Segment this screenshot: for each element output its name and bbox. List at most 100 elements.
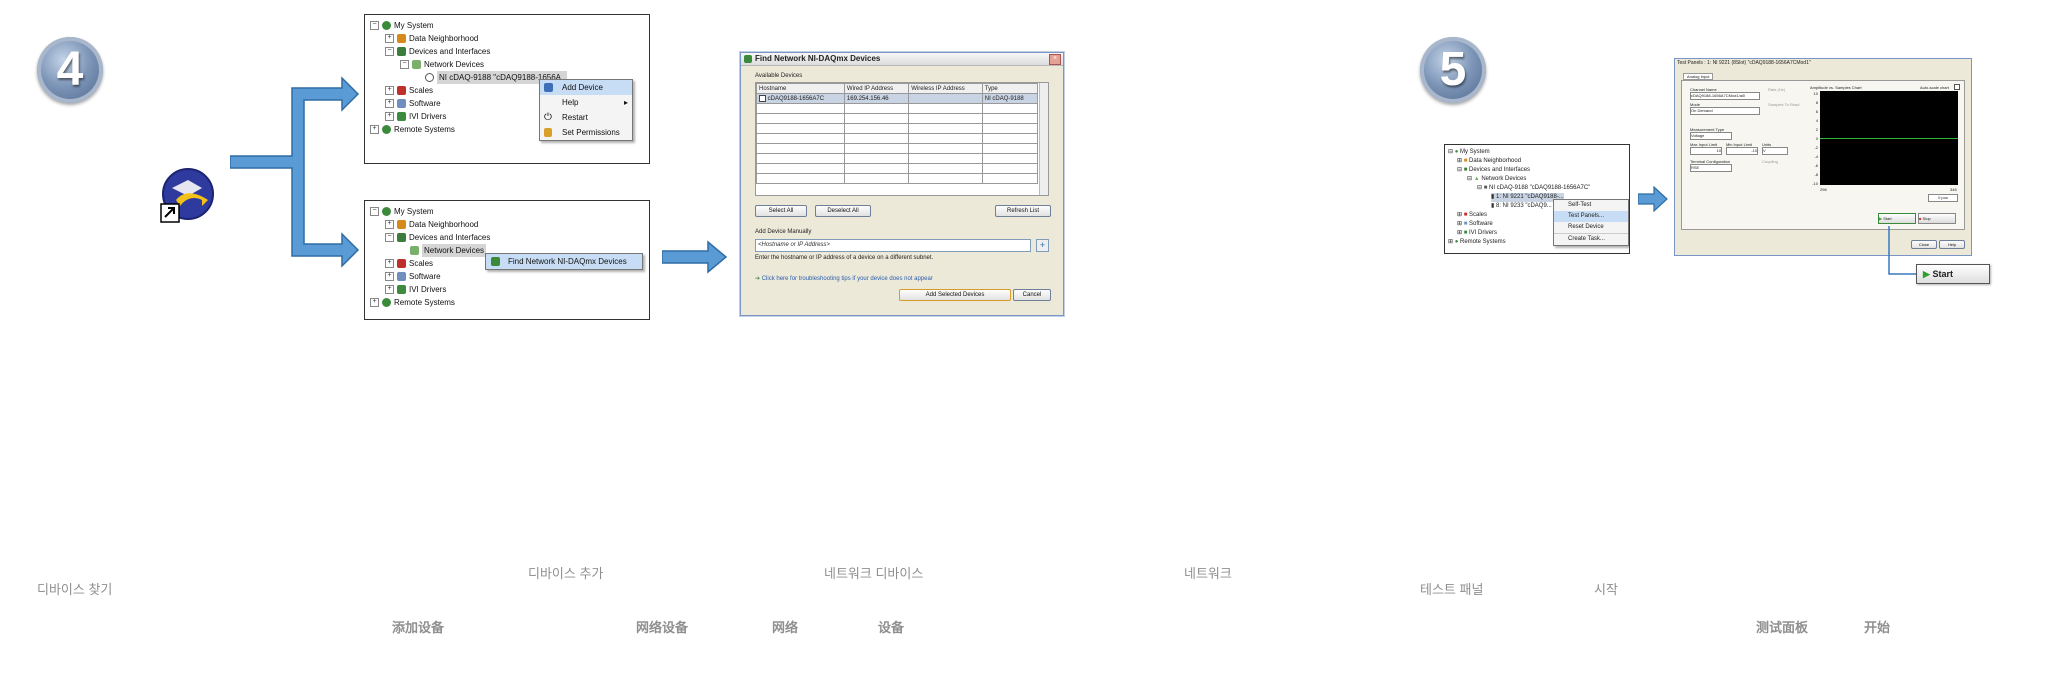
tree-ivi[interactable]: IVI Drivers bbox=[409, 110, 446, 123]
tree-remote[interactable]: Remote Systems bbox=[394, 123, 455, 136]
t5-software[interactable]: ⊞ ■ Software bbox=[1457, 220, 1493, 229]
cancel-button[interactable]: Cancel bbox=[1013, 289, 1051, 301]
t5-chassis-icon: ■ bbox=[1483, 185, 1488, 191]
t5-devices[interactable]: ⊟ ■ Devices and Interfaces bbox=[1457, 166, 1530, 175]
network-icon bbox=[412, 60, 421, 69]
step-4-badge: 4 bbox=[37, 37, 103, 103]
measurement-explorer-icon[interactable] bbox=[158, 166, 216, 224]
autoscale-checkbox[interactable] bbox=[1954, 84, 1960, 90]
deselect-all-button[interactable]: Deselect All bbox=[815, 205, 871, 217]
remote-icon bbox=[382, 125, 391, 134]
y-tick: 2 bbox=[1815, 127, 1818, 132]
col-type[interactable]: Type bbox=[981, 83, 1039, 94]
tab-analog-input[interactable]: Analog Input bbox=[1683, 73, 1714, 80]
channel-name-select[interactable]: cDAQ9188-1656A7CMod1/ai0 bbox=[1690, 92, 1760, 100]
tree-data-neighborhood[interactable]: Data Neighborhood bbox=[409, 218, 478, 231]
t5-network-icon: ▲ bbox=[1473, 176, 1480, 182]
dialog-title: Find Network NI-DAQmx Devices bbox=[755, 54, 881, 63]
t5-network[interactable]: ⊟ ▲ Network Devices bbox=[1467, 175, 1526, 184]
y-tick: 6 bbox=[1815, 109, 1818, 114]
terminal-config-select[interactable]: RSE bbox=[1690, 164, 1732, 172]
menu-restart[interactable]: ⏻ Restart bbox=[540, 110, 632, 125]
menu-find-network-devices[interactable]: Find Network NI-DAQmx Devices bbox=[486, 254, 642, 269]
tree-data-neighborhood[interactable]: Data Neighborhood bbox=[409, 32, 478, 45]
dialog-app-icon bbox=[744, 55, 752, 63]
scales-icon bbox=[397, 259, 406, 268]
add-device-icon bbox=[544, 83, 553, 92]
hostname-hint: Enter the hostname or IP address of a de… bbox=[755, 255, 934, 261]
context-menu-test-panels: Self-Test Test Panels... Reset Device Cr… bbox=[1553, 199, 1629, 246]
tree-remote[interactable]: Remote Systems bbox=[394, 296, 455, 309]
start-button[interactable]: ▶ Start bbox=[1916, 264, 1990, 284]
t5-my-system[interactable]: ⊟ ● My System bbox=[1448, 148, 1490, 157]
dialog-close-button[interactable]: × bbox=[1049, 54, 1061, 65]
tree-panel-find-devices: − My System + Data Neighborhood − Devices a… bbox=[364, 200, 650, 320]
t5-chassis[interactable]: ⊟ ■ NI cDAQ-9188 "cDAQ9188-1656A7C" bbox=[1477, 184, 1590, 193]
my-system-icon bbox=[382, 207, 391, 216]
menu-create-task[interactable]: Create Task... bbox=[1554, 233, 1628, 245]
units-select[interactable]: V bbox=[1762, 147, 1788, 155]
ivi-icon bbox=[397, 112, 406, 121]
caption-cn-add-device: 添加设备 bbox=[392, 620, 445, 635]
t5-module2[interactable]: ▮ 8: NI 9233 "cDAQ9... bbox=[1491, 202, 1552, 211]
software-icon bbox=[397, 99, 406, 108]
t5-data-icon: ■ bbox=[1463, 158, 1468, 164]
menu-set-permissions[interactable]: Set Permissions bbox=[540, 125, 632, 140]
measurement-type-select[interactable]: Voltage bbox=[1690, 132, 1732, 140]
t5-scales-icon: ■ bbox=[1463, 212, 1468, 218]
play-icon: ▶ bbox=[1923, 269, 1930, 279]
t5-module-icon: ▮ bbox=[1491, 194, 1495, 200]
col-wireless-ip[interactable]: Wireless IP Address bbox=[908, 83, 983, 94]
stop-button-small[interactable]: ■ Stop bbox=[1918, 213, 1956, 224]
menu-reset-device[interactable]: Reset Device bbox=[1554, 222, 1628, 233]
tree-my-system[interactable]: My System bbox=[394, 205, 434, 218]
table-scrollbar[interactable] bbox=[1039, 83, 1048, 195]
refresh-list-button[interactable]: Refresh List bbox=[995, 205, 1051, 217]
play-icon: ▶ bbox=[1879, 216, 1883, 221]
tree-panel-test-panels: ⊟ ● My System ⊞ ■ Data Neighborhood ⊟ ■ … bbox=[1444, 144, 1630, 254]
caption-kr-find-device: 디바이스 찾기 bbox=[37, 582, 113, 597]
mode-select[interactable]: On Demand bbox=[1690, 107, 1760, 115]
col-hostname[interactable]: Hostname bbox=[756, 83, 845, 94]
tree-scales[interactable]: Scales bbox=[409, 257, 433, 270]
t5-data-neighborhood[interactable]: ⊞ ■ Data Neighborhood bbox=[1457, 157, 1521, 166]
device-row[interactable]: cDAQ9188-1656A7C 169.254.156.46 NI cDAQ-… bbox=[756, 93, 1039, 104]
troubleshooting-link[interactable]: ➔ Click here for troubleshooting tips if… bbox=[755, 275, 933, 282]
max-input-field[interactable]: 10 bbox=[1690, 147, 1722, 155]
t5-scales[interactable]: ⊞ ■ Scales bbox=[1457, 211, 1487, 220]
t5-ivi-icon: ■ bbox=[1463, 230, 1468, 236]
ivi-icon bbox=[397, 285, 406, 294]
help-button[interactable]: Help bbox=[1939, 240, 1965, 249]
tree-network-devices[interactable]: Network Devices bbox=[422, 244, 487, 257]
t5-ivi[interactable]: ⊞ ■ IVI Drivers bbox=[1457, 229, 1497, 238]
tree-network-devices[interactable]: Network Devices bbox=[424, 58, 484, 71]
tree-ivi[interactable]: IVI Drivers bbox=[409, 283, 446, 296]
device-wired-ip: 169.254.156.46 bbox=[843, 93, 910, 104]
caption-cn-test-panel: 测试面板 bbox=[1756, 620, 1809, 635]
tree-software[interactable]: Software bbox=[409, 97, 441, 110]
y-axis-labels: 10 8 6 4 2 0 -2 -4 -6 -8 -10 bbox=[1808, 91, 1818, 186]
add-selected-devices-button[interactable]: Add Selected Devices bbox=[899, 289, 1011, 301]
device-checkbox[interactable] bbox=[759, 94, 766, 102]
add-host-button[interactable]: + bbox=[1036, 239, 1049, 252]
tree-software[interactable]: Software bbox=[409, 270, 441, 283]
amplitude-chart bbox=[1820, 91, 1958, 185]
devices-table: Hostname Wired IP Address Wireless IP Ad… bbox=[755, 82, 1049, 196]
menu-help[interactable]: Help ▸ bbox=[540, 95, 632, 110]
hostname-input[interactable]: <Hostname or IP Address> bbox=[755, 239, 1031, 252]
t5-remote[interactable]: ⊞ ● Remote Systems bbox=[1448, 238, 1506, 247]
col-wired-ip[interactable]: Wired IP Address bbox=[843, 83, 910, 94]
tree-devices-interfaces[interactable]: Devices and Interfaces bbox=[409, 231, 490, 244]
tree-devices-interfaces[interactable]: Devices and Interfaces bbox=[409, 45, 490, 58]
tree-my-system[interactable]: My System bbox=[394, 19, 434, 32]
menu-self-test[interactable]: Self-Test bbox=[1554, 200, 1628, 211]
remote-icon bbox=[382, 298, 391, 307]
menu-add-device[interactable]: Add Device bbox=[540, 80, 632, 95]
y-tick: 4 bbox=[1815, 118, 1818, 123]
menu-test-panels[interactable]: Test Panels... bbox=[1554, 211, 1628, 222]
tree-scales[interactable]: Scales bbox=[409, 84, 433, 97]
start-button-small[interactable]: ▶ Start bbox=[1878, 213, 1916, 224]
select-all-button[interactable]: Select All bbox=[755, 205, 807, 217]
value-readout: 0 pos bbox=[1928, 194, 1958, 202]
min-input-field[interactable]: -10 bbox=[1726, 147, 1758, 155]
